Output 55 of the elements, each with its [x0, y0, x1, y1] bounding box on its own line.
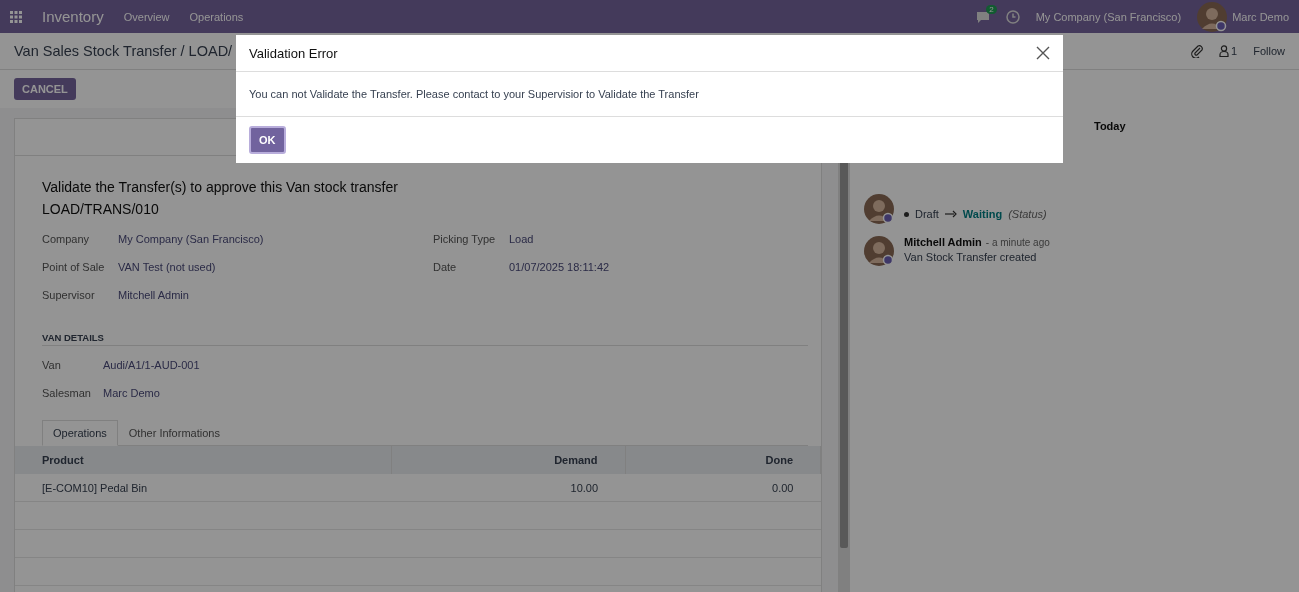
transfer-reference: LOAD/TRANS/010: [42, 200, 160, 219]
field-label: Supervisor: [42, 289, 96, 301]
close-icon[interactable]: [1036, 46, 1050, 60]
field-value: Marc Demo: [103, 387, 160, 399]
table-cell: 10.00: [392, 474, 626, 502]
cancel-button[interactable]: CANCEL: [14, 78, 76, 100]
company-name[interactable]: My Company (San Francisco): [1035, 10, 1182, 23]
new-value: Waiting: [962, 208, 1003, 220]
table-cell: [E-COM10] Pedal Bin: [15, 474, 392, 502]
message-count: 2: [986, 4, 997, 14]
app-name[interactable]: Inventory: [42, 8, 104, 25]
author-name: Mitchell Admin: [904, 236, 982, 248]
field-label: Picking Type: [433, 233, 497, 245]
clock-icon[interactable]: [1005, 9, 1020, 24]
field-name: (Status): [1008, 208, 1047, 220]
paperclip-icon[interactable]: [1191, 44, 1204, 58]
field-label: Salesman: [42, 387, 92, 399]
field-label: Point of Sale: [42, 261, 106, 273]
bullet-icon: [904, 211, 909, 217]
menu-item[interactable]: Operations: [189, 10, 244, 23]
old-value: Draft: [915, 208, 939, 220]
menu-item[interactable]: Overview: [123, 10, 170, 23]
field-value: Mitchell Admin: [118, 289, 189, 301]
section-heading: VAN DETAILS: [42, 332, 808, 346]
breadcrumb[interactable]: Van Sales Stock Transfer / LOAD/: [14, 43, 233, 59]
field-value: My Company (San Francisco): [118, 233, 264, 245]
chat-icon[interactable]: [975, 10, 990, 23]
table-cell: 0.00: [625, 474, 821, 502]
message-body: Van Stock Transfer created: [904, 251, 1038, 263]
column-header[interactable]: Done: [625, 446, 821, 474]
field-label: Van: [42, 359, 62, 371]
field-value: 01/07/2025 18:11:42: [509, 261, 610, 273]
ok-button[interactable]: OK: [249, 126, 286, 154]
field-label: Date: [433, 261, 458, 273]
field-value: Load: [509, 233, 534, 245]
apps-menu-icon[interactable]: [10, 10, 22, 23]
field-value: Audi/A1/1-AUD-001: [103, 359, 200, 371]
arrow-icon: [944, 210, 957, 218]
avatar: [864, 194, 894, 224]
tab[interactable]: Operations: [42, 420, 118, 446]
person-icon[interactable]: [1219, 45, 1230, 57]
tab[interactable]: Other Informations: [117, 420, 231, 446]
column-header[interactable]: Product: [15, 446, 392, 474]
error-message: You can not Validate the Transfer. Please contact to your Supervisior to Validate the Transfer: [249, 88, 699, 100]
follower-count[interactable]: 1: [1231, 45, 1238, 57]
dialog-title: Validation Error: [249, 45, 338, 61]
form-title: Validate the Transfer(s) to approve this Van stock transfer: [42, 178, 399, 197]
follow-button[interactable]: Follow: [1253, 45, 1285, 57]
column-header[interactable]: Demand: [392, 446, 626, 474]
avatar: [864, 236, 894, 266]
field-label: Company: [42, 233, 91, 245]
date-separator: Today: [1093, 119, 1127, 132]
field-value: VAN Test (not used): [118, 261, 216, 273]
message-time: - a minute ago: [985, 237, 1050, 248]
user-name[interactable]: Marc Demo: [1232, 10, 1289, 23]
